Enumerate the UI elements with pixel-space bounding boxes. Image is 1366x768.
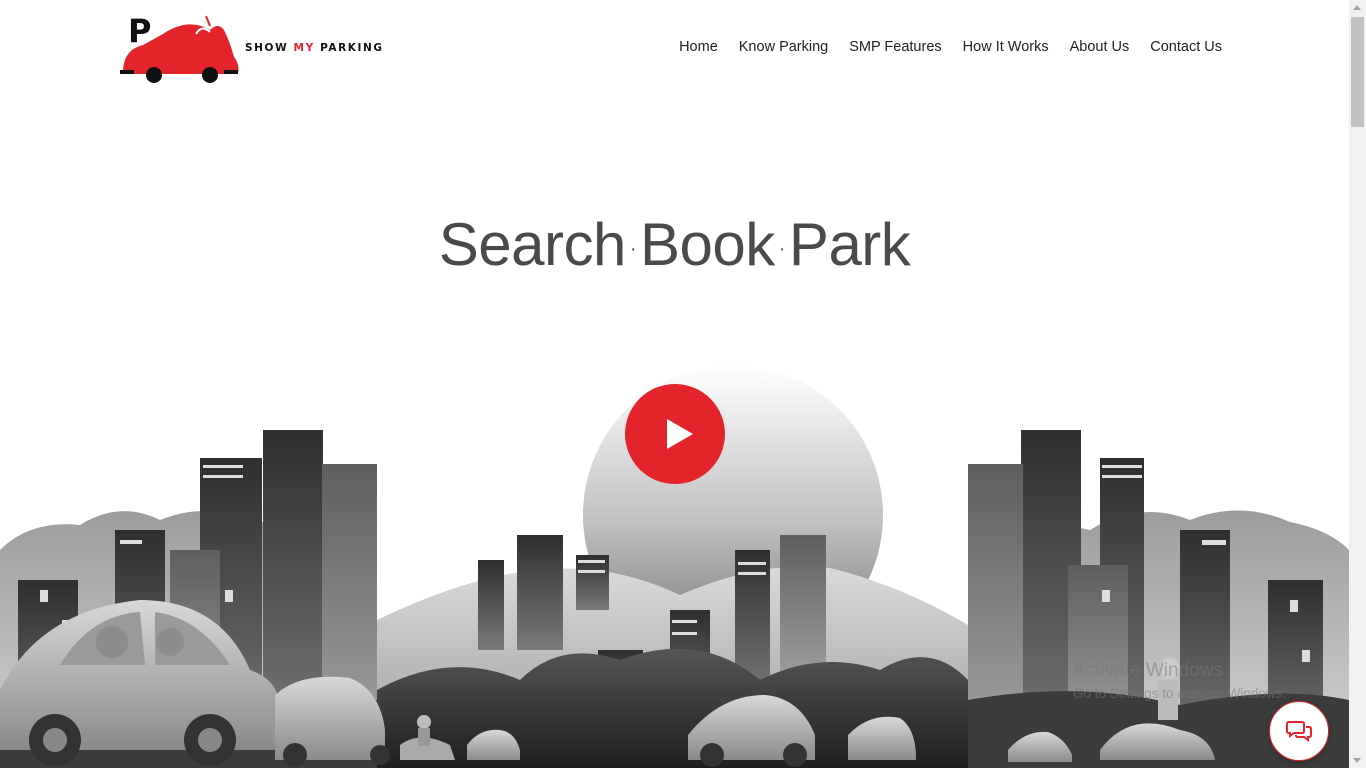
play-button[interactable] bbox=[625, 384, 725, 484]
hero-title: Search ·Book ·Park bbox=[0, 210, 1349, 279]
chat-bubbles-icon bbox=[1286, 721, 1312, 742]
activation-watermark: Activate Windows Go to Settings to activ… bbox=[1073, 660, 1286, 701]
scroll-thumb[interactable] bbox=[1351, 17, 1364, 127]
brand-name-part3: PARKING bbox=[320, 42, 384, 54]
brand-name-part2: MY bbox=[293, 42, 315, 54]
hero-separator: · bbox=[778, 237, 786, 260]
chat-button[interactable] bbox=[1269, 701, 1329, 761]
nav-contact-us[interactable]: Contact Us bbox=[1150, 39, 1222, 55]
nav-how-it-works[interactable]: How It Works bbox=[963, 39, 1049, 55]
scroll-up-arrow-icon[interactable] bbox=[1353, 5, 1361, 10]
nav-about-us[interactable]: About Us bbox=[1070, 39, 1130, 55]
site-header: P SHOW MY PARKING Home Know Parking SMP … bbox=[0, 0, 1349, 100]
car-logo-icon: P bbox=[120, 12, 239, 83]
hero-word-search: Search bbox=[438, 211, 627, 278]
brand-name-part1: SHOW bbox=[245, 42, 289, 54]
hero-separator: · bbox=[629, 237, 637, 260]
nav-smp-features[interactable]: SMP Features bbox=[849, 39, 941, 55]
nav-know-parking[interactable]: Know Parking bbox=[739, 39, 828, 55]
brand-name: SHOW MY PARKING bbox=[245, 42, 384, 54]
scroll-down-arrow-icon[interactable] bbox=[1353, 758, 1361, 763]
watermark-line2: Go to Settings to activate Windows. bbox=[1073, 686, 1287, 701]
watermark-line1: Activate Windows bbox=[1073, 660, 1223, 681]
hero-word-book: Book bbox=[639, 211, 775, 278]
nav-home[interactable]: Home bbox=[679, 39, 718, 55]
hero-word-park: Park bbox=[788, 211, 911, 278]
brand-logo[interactable]: P SHOW MY PARKING bbox=[118, 12, 382, 86]
vertical-scrollbar[interactable] bbox=[1349, 0, 1366, 768]
city-illustration bbox=[0, 365, 1349, 768]
main-nav: Home Know Parking SMP Features How It Wo… bbox=[679, 39, 1222, 55]
brand-letter: P bbox=[128, 12, 151, 50]
